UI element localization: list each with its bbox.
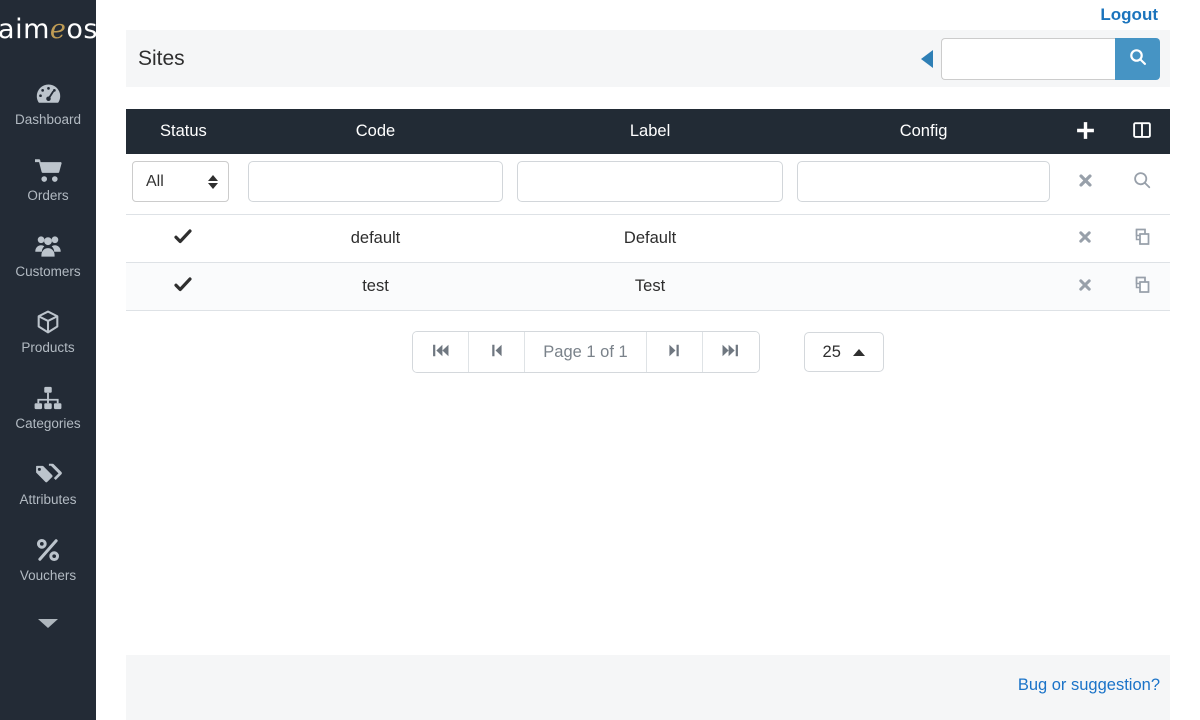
x-icon [1077,277,1093,296]
copy-row-button[interactable] [1128,271,1156,302]
aimeos-logo[interactable]: aimeos [0,14,98,45]
sidebar-item-vouchers[interactable]: Vouchers [0,537,96,583]
delete-row-button[interactable] [1073,225,1097,252]
x-icon [1077,172,1094,192]
pagination-button-group: Page 1 of 1 [412,331,760,373]
first-page-button[interactable] [413,332,470,372]
table-columns-icon [1132,120,1152,143]
first-page-icon [431,342,450,362]
x-icon [1077,229,1093,248]
pagination: Page 1 of 1 25 [126,331,1170,373]
sidebar-item-customers[interactable]: Customers [0,233,96,279]
sidebar-expand-button[interactable] [38,619,58,628]
config-filter-input[interactable] [796,161,1051,202]
status-filter-select[interactable]: All [132,161,229,202]
previous-page-button[interactable] [469,332,526,372]
sidebar-item-label: Dashboard [14,112,82,127]
column-header-status[interactable]: Status [126,109,241,154]
cart-icon [34,157,62,183]
sidebar-nav: Dashboard Orders Customers Products Cate… [0,81,96,613]
next-page-button[interactable] [646,332,703,372]
previous-page-icon [489,342,504,362]
sidebar-item-attributes[interactable]: Attributes [0,461,96,507]
copy-icon [1132,227,1152,250]
caret-left-icon[interactable] [921,49,933,68]
sidebar-item-label: Categories [15,416,81,431]
site-config [789,214,1058,263]
clear-filter-button[interactable] [1073,168,1098,196]
column-header-config[interactable]: Config [789,109,1058,154]
column-settings-button[interactable] [1128,116,1156,147]
percent-icon [35,537,61,563]
site-config [789,262,1058,311]
table-row[interactable]: test Test [126,262,1170,311]
header-search [921,37,1160,80]
last-page-button[interactable] [702,332,759,372]
label-filter-input[interactable] [517,161,783,202]
topbar: Logout [126,0,1170,30]
copy-row-button[interactable] [1128,223,1156,254]
sidebar-item-dashboard[interactable]: Dashboard [0,81,96,127]
select-carets-icon [207,174,218,189]
site-label: Default [510,214,790,263]
caret-up-icon [852,348,865,356]
status-enabled-check-icon [174,228,193,248]
dashboard-icon [35,81,62,107]
logout-link[interactable]: Logout [1100,5,1158,25]
page-header: Sites [126,30,1170,87]
sidebar-item-label: Attributes [19,492,77,507]
site-code: default [240,214,511,263]
page-title: Sites [138,46,185,70]
add-site-button[interactable] [1071,116,1100,148]
delete-row-button[interactable] [1073,273,1097,300]
apply-filter-button[interactable] [1128,166,1156,197]
search-input[interactable] [941,37,1115,80]
page-indicator: Page 1 of 1 [525,332,647,372]
sites-table: Status Code Label Config All default Def… [126,109,1170,311]
sitemap-icon [34,385,62,411]
page-size-select[interactable]: 25 [803,332,884,372]
site-label: Test [510,262,790,311]
sidebar-item-label: Products [21,340,75,355]
filter-row: All [126,154,1170,215]
last-page-icon [721,342,740,362]
column-header-label[interactable]: Label [510,109,790,154]
main-content: Logout Sites Status Code Label Config Al… [96,0,1200,720]
users-icon [33,233,63,259]
code-filter-input[interactable] [247,161,504,202]
cube-icon [35,309,61,335]
search-button[interactable] [1115,37,1160,80]
table-row[interactable]: default Default [126,214,1170,263]
column-header-code[interactable]: Code [240,109,511,154]
sidebar-item-label: Vouchers [19,568,77,583]
copy-icon [1132,275,1152,298]
sidebar-item-products[interactable]: Products [0,309,96,355]
sidebar-item-categories[interactable]: Categories [0,385,96,431]
table-header-row: Status Code Label Config [126,109,1170,154]
plus-icon [1075,120,1096,144]
status-enabled-check-icon [174,276,193,296]
sidebar-item-label: Customers [15,264,81,279]
chevron-down-icon [38,619,58,628]
sidebar-item-orders[interactable]: Orders [0,157,96,203]
search-icon [1132,170,1152,193]
footer: Bug or suggestion? [126,655,1170,720]
tags-icon [34,461,62,487]
site-code: test [240,262,511,311]
sidebar-item-label: Orders [27,188,69,203]
search-icon [1128,47,1148,70]
sidebar: aimeos Dashboard Orders Customers Produc… [0,0,98,720]
next-page-icon [667,342,682,362]
bug-suggestion-link[interactable]: Bug or suggestion? [1018,676,1160,720]
